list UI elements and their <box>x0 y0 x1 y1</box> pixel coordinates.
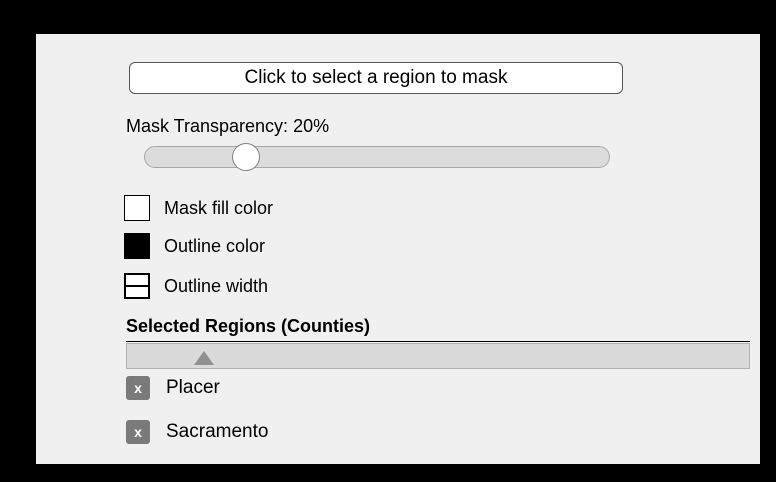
mask-transparency-label: Mask Transparency: 20% <box>126 116 330 136</box>
mask-fill-color-label: Mask fill color <box>164 197 274 218</box>
mask-transparency-slider[interactable] <box>144 143 610 171</box>
region-name: Sacramento <box>166 421 269 442</box>
outline-width-icon[interactable] <box>124 273 150 299</box>
outline-width-label: Outline width <box>164 275 269 296</box>
fill-color-swatch[interactable] <box>124 195 150 221</box>
regions-collapse-toggle[interactable] <box>126 343 750 369</box>
outline-color-label: Outline color <box>164 235 266 256</box>
outline-width-option[interactable]: Outline width <box>124 273 268 299</box>
region-item-sacramento: x Sacramento <box>126 419 268 445</box>
mask-panel: Click to select a region to mask Mask Tr… <box>36 34 760 464</box>
outline-color-option[interactable]: Outline color <box>124 233 265 259</box>
collapse-up-arrow-icon <box>194 351 214 365</box>
select-region-to-mask-button[interactable]: Click to select a region to mask <box>129 62 623 94</box>
slider-thumb[interactable] <box>232 143 261 171</box>
mask-fill-color-option[interactable]: Mask fill color <box>124 195 273 221</box>
region-name: Placer <box>166 377 220 398</box>
outline-color-swatch[interactable] <box>124 233 150 259</box>
remove-region-button[interactable]: x <box>126 376 150 400</box>
region-item-placer: x Placer <box>126 375 220 401</box>
selected-regions-header: Selected Regions (Counties) <box>126 316 750 342</box>
remove-region-button[interactable]: x <box>126 420 150 444</box>
